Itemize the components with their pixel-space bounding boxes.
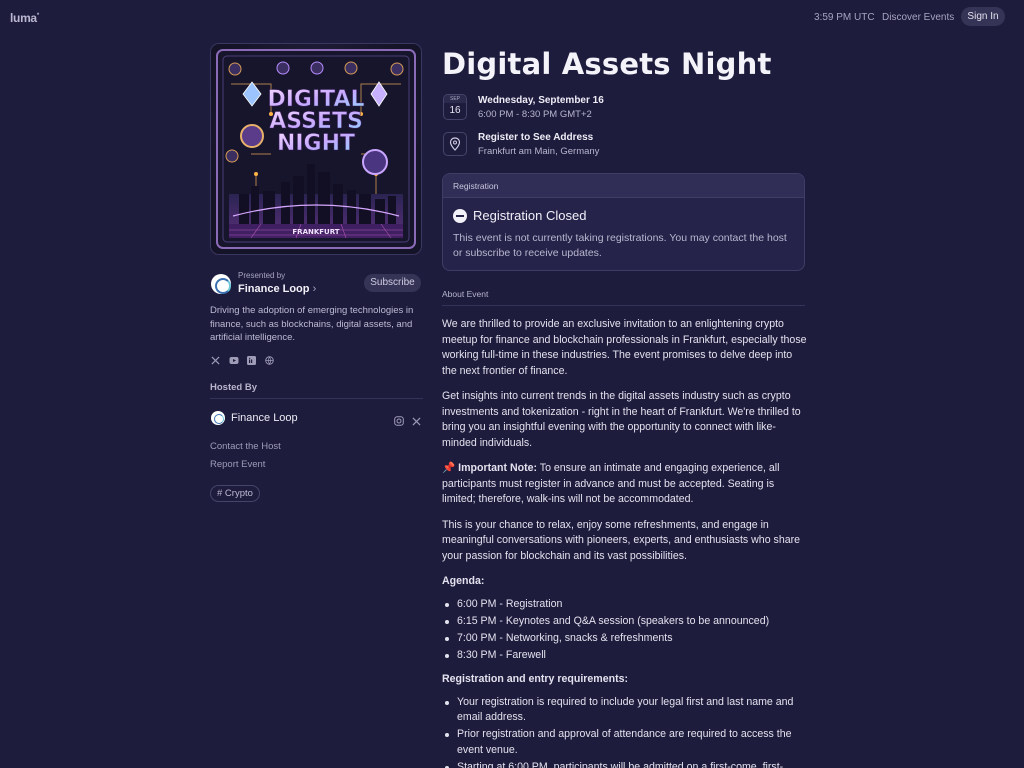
about-paragraph: This is your chance to relax, enjoy some…: [442, 518, 801, 562]
event-cover-image: DIGITAL ASSETS NIGHT FRANKFURT: [211, 44, 421, 254]
agenda-list: 6:00 PM - Registration 6:15 PM - Keynote…: [442, 597, 807, 664]
about-event-label: About Event: [442, 289, 489, 299]
presenter-socials: [211, 352, 274, 365]
requirements-heading: Registration and entry requirements:: [442, 673, 629, 685]
list-item: 8:30 PM - Farewell: [442, 648, 807, 664]
list-item: 6:00 PM - Registration: [442, 597, 807, 613]
youtube-icon[interactable]: [229, 352, 239, 364]
event-description: We are thrilled to provide an exclusive …: [442, 317, 807, 768]
event-title: Digital Assets Night: [442, 47, 772, 81]
cover-title-line3: NIGHT: [277, 131, 355, 156]
register-to-see-address: Register to See Address: [478, 132, 594, 143]
top-nav: luma* 3:59 PM UTC Discover Events Sign I…: [0, 0, 1024, 34]
globe-icon[interactable]: [265, 352, 274, 365]
location-pin-icon: [443, 132, 467, 156]
registration-status-text: Registration Closed: [473, 208, 587, 223]
report-event-link[interactable]: Report Event: [210, 459, 265, 470]
requirements-list: Your registration is required to include…: [442, 695, 807, 768]
closed-icon: [453, 208, 467, 223]
x-icon[interactable]: [211, 352, 220, 365]
linkedin-icon[interactable]: [247, 352, 256, 365]
host-name-link[interactable]: Finance Loop: [231, 412, 298, 424]
pushpin-icon: 📌: [442, 462, 456, 474]
registration-card: Registration Registration Closed This ev…: [442, 173, 805, 271]
sign-in-button[interactable]: Sign In: [961, 7, 1005, 26]
instagram-icon[interactable]: [394, 413, 404, 431]
date-day: 16: [449, 105, 461, 116]
registration-header: Registration: [443, 174, 804, 198]
about-paragraph: Get insights into current trends in the …: [442, 390, 801, 449]
luma-logo[interactable]: luma*: [10, 11, 39, 25]
event-city: Frankfurt am Main, Germany: [478, 146, 600, 157]
important-note: 📌 Important Note: To ensure an intimate …: [442, 461, 807, 508]
divider: [210, 398, 423, 399]
agenda-heading: Agenda:: [442, 575, 485, 587]
calendar-icon: SEP 16: [443, 94, 467, 120]
presenter-name-link[interactable]: Finance Loop ›: [238, 283, 316, 295]
event-date: Wednesday, September 16: [478, 95, 604, 106]
x-icon[interactable]: [412, 413, 421, 431]
presented-by-label: Presented by: [238, 271, 286, 280]
important-note-label: Important Note:: [458, 462, 538, 474]
contact-host-link[interactable]: Contact the Host: [210, 441, 281, 452]
subscribe-button[interactable]: Subscribe: [364, 274, 421, 292]
cover-city: FRANKFURT: [292, 228, 339, 236]
list-item: Starting at 6:00 PM, participants will b…: [442, 760, 807, 768]
presenter-avatar[interactable]: [211, 274, 231, 294]
list-item: Your registration is required to include…: [442, 695, 807, 726]
discover-events-link[interactable]: Discover Events: [882, 12, 954, 23]
about-paragraph: We are thrilled to provide an exclusive …: [442, 318, 807, 377]
list-item: 7:00 PM - Networking, snacks & refreshme…: [442, 631, 807, 647]
divider: [442, 305, 805, 306]
host-avatar[interactable]: [211, 411, 225, 425]
list-item: 6:15 PM - Keynotes and Q&A session (spea…: [442, 614, 807, 630]
presenter-description: Driving the adoption of emerging technol…: [210, 305, 414, 343]
chevron-right-icon: ›: [312, 283, 317, 295]
list-item: Prior registration and approval of atten…: [442, 727, 807, 758]
tag-crypto[interactable]: # Crypto: [210, 485, 260, 502]
date-month: SEP: [444, 95, 466, 103]
event-time: 6:00 PM - 8:30 PM GMT+2: [478, 109, 592, 120]
hosted-by-label: Hosted By: [210, 382, 257, 393]
registration-status: Registration Closed: [453, 208, 586, 223]
current-time: 3:59 PM UTC: [814, 12, 875, 23]
registration-message: This event is not currently taking regis…: [453, 232, 787, 259]
